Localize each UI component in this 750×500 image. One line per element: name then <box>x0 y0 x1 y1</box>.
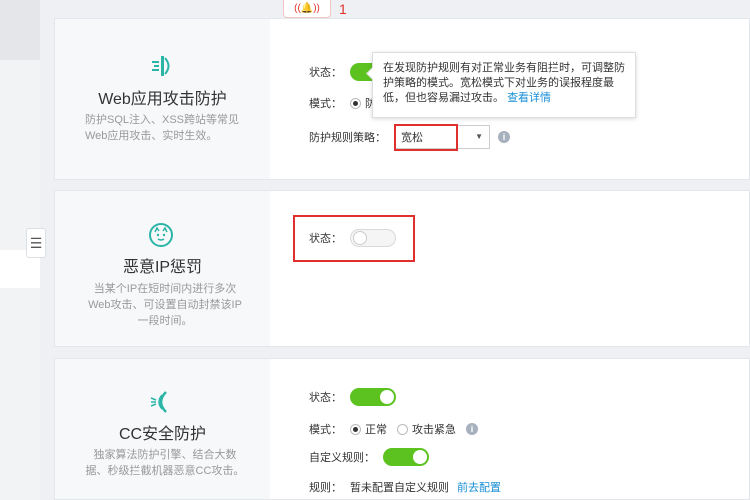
cc-rule-config-link[interactable]: 前去配置 <box>457 479 501 495</box>
cc-mode-label: 模式： <box>309 424 342 436</box>
web-mode-label: 模式： <box>309 98 342 110</box>
web-mode-radio[interactable] <box>350 97 361 109</box>
cc-protection-title: CC安全防护 <box>118 426 207 443</box>
highlight-box <box>394 124 458 151</box>
info-icon[interactable]: i <box>498 131 510 143</box>
cc-custom-rule-label: 自定义规则： <box>309 452 375 464</box>
cc-custom-rule-toggle[interactable] <box>383 448 429 466</box>
ip-penalty-intro: 恶意IP惩罚 当某个IP在短时间内进行多次Web攻击、可设置自动封禁该IP一段时… <box>55 191 270 346</box>
cc-protection-desc: 独家算法防护引擎、结合大数据、秒级拦截机器恶意CC攻击。 <box>85 449 245 477</box>
info-icon[interactable]: i <box>466 423 478 435</box>
cc-protection-intro: CC安全防护 独家算法防护引擎、结合大数据、秒级拦截机器恶意CC攻击。 <box>55 359 270 499</box>
alarm-bell-icon: ((🔔)) <box>283 0 331 18</box>
cc-rule-label: 规则： <box>309 482 342 494</box>
ip-penalty-title: 恶意IP惩罚 <box>122 259 203 276</box>
web-status-label: 状态： <box>309 67 342 79</box>
cc-mode-row: 模式： 正常 攻击紧急 i <box>309 421 478 437</box>
cc-status-toggle[interactable] <box>350 388 396 406</box>
menu-icon: ☰ <box>29 235 43 251</box>
cc-mode-normal-radio[interactable] <box>350 423 361 435</box>
menu-toggle-button[interactable]: ☰ <box>26 228 46 258</box>
cc-rule-row: 规则： 暂未配置自定义规则 前去配置 <box>309 479 501 495</box>
ip-penalty-panel: 恶意IP惩罚 当某个IP在短时间内进行多次Web攻击、可设置自动封禁该IP一段时… <box>54 190 750 347</box>
cc-rule-value: 暂未配置自定义规则 <box>350 482 449 494</box>
shield-web-icon <box>147 52 175 80</box>
web-protection-desc: 防护SQL注入、XSS跨站等常见Web应用攻击、实时生效。 <box>85 114 240 142</box>
cc-mode-normal-label: 正常 <box>365 424 387 436</box>
left-rail-block <box>0 0 40 60</box>
cc-mode-emergency-radio[interactable] <box>397 423 408 435</box>
chevron-down-icon: ▼ <box>475 132 483 141</box>
cc-mode-emergency-label: 攻击紧急 <box>412 424 456 436</box>
cc-status-label: 状态： <box>309 392 342 404</box>
highlight-box <box>293 215 415 262</box>
cc-status-row: 状态： <box>309 388 396 406</box>
web-mode-row: 模式： 防 <box>309 95 376 111</box>
tooltip-text: 在发现防护规则有对正常业务有阻拦时，可调整防护策略的模式。宽松模式下对业务的误报… <box>383 62 625 104</box>
tooltip-detail-link[interactable]: 查看详情 <box>507 92 551 104</box>
alarm-count: 1 <box>339 1 347 17</box>
web-protection-title: Web应用攻击防护 <box>98 91 227 108</box>
strategy-tooltip: 在发现防护规则有对正常业务有阻拦时，可调整防护策略的模式。宽松模式下对业务的误报… <box>372 52 636 118</box>
alarm-indicator[interactable]: ((🔔)) 1 <box>283 0 357 18</box>
left-rail: ☰ <box>0 0 46 500</box>
web-strategy-label: 防护规则策略： <box>309 132 386 144</box>
ip-penalty-desc: 当某个IP在短时间内进行多次Web攻击、可设置自动封禁该IP一段时间。 <box>88 283 242 327</box>
cat-face-icon <box>147 221 175 249</box>
cc-custom-rule-row: 自定义规则： <box>309 448 429 466</box>
cc-protection-panel: CC安全防护 独家算法防护引擎、结合大数据、秒级拦截机器恶意CC攻击。 状态： … <box>54 358 750 500</box>
web-protection-intro: Web应用攻击防护 防护SQL注入、XSS跨站等常见Web应用攻击、实时生效。 <box>55 19 270 179</box>
cc-shield-icon <box>147 388 175 416</box>
